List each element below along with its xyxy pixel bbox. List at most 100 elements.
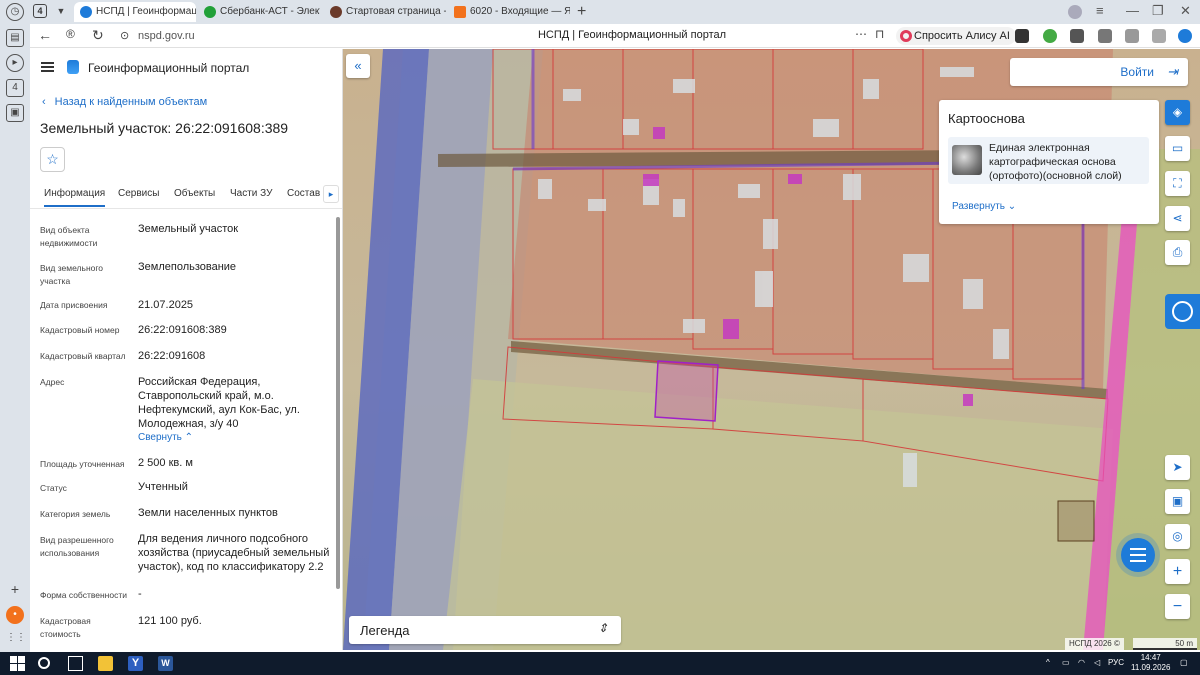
history-icon[interactable]: ◷ — [6, 3, 24, 21]
legend-label: Легенда — [360, 623, 410, 638]
yandex-button-icon[interactable]: ® — [66, 27, 75, 41]
login-button[interactable]: Войти ⇥ — [1010, 58, 1188, 86]
browser-tab-mail[interactable]: 6020 - Входящие — Яндекс — [448, 2, 570, 22]
map-view[interactable]: « Войти ⇥ Картооснова Единая электронная… — [343, 49, 1200, 650]
basemap-title: Картооснова — [948, 111, 1025, 126]
object-title: Земельный участок: 26:22:091608:389 — [40, 120, 289, 136]
select-area-button[interactable]: ⛶ — [1165, 171, 1190, 196]
extension-1-icon[interactable] — [1015, 29, 1029, 43]
tab-count-badge[interactable]: 4 — [33, 4, 47, 18]
tab-information[interactable]: Информация — [44, 188, 106, 207]
print-button[interactable]: ⎙ — [1165, 240, 1190, 265]
back-arrow-icon[interactable]: ← — [38, 27, 52, 43]
browser-tab-sberbank[interactable]: Сбербанк-АСТ - Электро — [198, 2, 320, 22]
mail-favicon-icon — [454, 6, 466, 18]
network-icon[interactable]: ▭ — [1062, 658, 1070, 667]
word-icon[interactable]: W — [158, 656, 173, 671]
value-address: Российская Федерация, Ставропольский кра… — [138, 376, 300, 430]
screenshot-icon[interactable]: ▣ — [6, 104, 24, 122]
wifi-icon[interactable]: ◠ — [1078, 658, 1085, 667]
clock-date: 11.09.2026 — [1131, 663, 1171, 672]
expand-label: Развернуть — [952, 201, 1006, 212]
play-icon[interactable]: ▸ — [6, 54, 24, 72]
login-label: Войти — [1120, 65, 1154, 79]
chat-button[interactable] — [1121, 538, 1155, 572]
more-icon[interactable]: ⋮⋮ — [6, 630, 26, 648]
hamburger-menu-icon[interactable] — [41, 62, 54, 72]
notifications-icon[interactable]: ▢ — [1180, 658, 1188, 667]
extensions-puzzle-icon[interactable] — [1125, 29, 1139, 43]
reload-icon[interactable]: ↻ — [92, 27, 104, 44]
collections-icon[interactable]: ▤ — [6, 29, 24, 47]
expand-basemap-link[interactable]: Развернуть ⌄ — [952, 201, 1016, 212]
system-clock[interactable]: 14:47 11.09.2026 — [1131, 653, 1170, 673]
lock-icon[interactable]: ⊙ — [120, 29, 129, 42]
minimize-icon[interactable]: — — [1126, 3, 1139, 18]
label-area: Площадь уточненная — [40, 459, 125, 469]
alice-app-icon[interactable]: • — [6, 606, 24, 624]
location-pin-button[interactable]: ◎ — [1165, 524, 1190, 549]
value-cadastral-number: 26:22:091608:389 — [138, 324, 227, 336]
tab-objects[interactable]: Объекты — [174, 188, 215, 199]
volume-icon[interactable]: ◁ — [1094, 658, 1100, 667]
basemap-thumbnail — [952, 145, 982, 175]
value-cadastral-value: 121 100 руб. — [138, 615, 202, 627]
task-view-icon[interactable] — [68, 656, 83, 671]
language-indicator[interactable]: РУС — [1108, 658, 1124, 667]
tab-parts[interactable]: Части ЗУ — [230, 188, 272, 199]
url-text[interactable]: nspd.gov.ru — [138, 30, 195, 42]
browser-tab-label: Стартовая страница - Ко — [346, 6, 446, 17]
assistant-dock-button[interactable] — [1165, 294, 1200, 329]
download-icon[interactable] — [1178, 29, 1192, 43]
tab-list-chevron-icon[interactable]: ▼ — [54, 4, 68, 18]
zoom-out-button[interactable]: − — [1165, 594, 1190, 619]
extension-6-icon[interactable] — [1152, 29, 1166, 43]
geolocation-button[interactable]: ➤ — [1165, 455, 1190, 480]
tab-composition[interactable]: Состав — [287, 188, 320, 199]
ask-alice-button[interactable]: Спросить Алису AI — [896, 27, 1016, 45]
browser-tab-nspd[interactable]: НСПД | Геоинформаци — [74, 2, 196, 22]
plus-icon: + — [1172, 563, 1183, 580]
menu-icon[interactable]: ≡ — [1096, 3, 1104, 18]
browser-tab-label: НСПД | Геоинформаци — [96, 6, 196, 17]
more-options-icon[interactable]: ⋯ — [855, 27, 867, 41]
maximize-icon[interactable]: ❐ — [1152, 3, 1164, 19]
label-cadastral-quarter: Кадастровый квартал — [40, 351, 126, 361]
minimap-button[interactable]: ▣ — [1165, 489, 1190, 514]
panel-scrollbar[interactable] — [336, 217, 340, 589]
collapse-address-link[interactable]: Свернуть ⌃ — [138, 432, 193, 443]
yandex-browser-icon[interactable]: Y — [128, 656, 143, 671]
profile-avatar[interactable] — [1068, 5, 1082, 19]
ask-alice-label: Спросить Алису AI — [914, 30, 1010, 42]
close-window-icon[interactable]: ✕ — [1180, 3, 1191, 19]
search-icon[interactable] — [38, 657, 50, 669]
value-cadastral-quarter: 26:22:091608 — [138, 350, 206, 362]
bookmark-icon[interactable]: ⊓ — [875, 27, 884, 41]
file-explorer-icon[interactable] — [98, 656, 113, 671]
new-tab-plus-icon[interactable]: + — [577, 2, 586, 22]
windows-start-icon[interactable] — [10, 656, 25, 671]
tab-services[interactable]: Сервисы — [118, 188, 159, 199]
star-icon: ☆ — [46, 151, 59, 167]
add-panel-icon[interactable]: + — [6, 582, 24, 600]
back-to-results-link[interactable]: ‹ Назад к найденным объектам — [42, 96, 207, 108]
value-ownership: - — [138, 588, 142, 600]
measure-ruler-button[interactable]: ▭ — [1165, 136, 1190, 161]
legend-dropdown[interactable]: Легенда ⇕ — [349, 616, 621, 644]
share-button[interactable]: ⋖ — [1165, 206, 1190, 231]
favorite-star-button[interactable]: ☆ — [40, 147, 65, 172]
extension-3-icon[interactable] — [1070, 29, 1084, 43]
extension-2-icon[interactable] — [1043, 29, 1057, 43]
counter-icon[interactable]: 4 — [6, 79, 24, 97]
zoom-in-button[interactable]: + — [1165, 559, 1190, 584]
browser-tab-start[interactable]: Стартовая страница - Ко — [324, 2, 446, 22]
selected-parcel[interactable] — [654, 360, 719, 422]
extension-4-icon[interactable] — [1098, 29, 1112, 43]
layers-button[interactable]: ◈ — [1165, 100, 1190, 125]
tray-chevron-up-icon[interactable]: ^ — [1046, 658, 1050, 667]
tabs-next-chevron-icon[interactable]: ▸ — [323, 185, 339, 203]
collapse-panel-button[interactable]: « — [346, 54, 370, 78]
nspd-favicon-icon — [80, 6, 92, 18]
browser-sidebar: ◷ ▤ ▸ 4 ▣ + • ⋮⋮ — [0, 0, 30, 652]
basemap-layer-item[interactable]: Единая электронная картографическая осно… — [948, 137, 1149, 184]
